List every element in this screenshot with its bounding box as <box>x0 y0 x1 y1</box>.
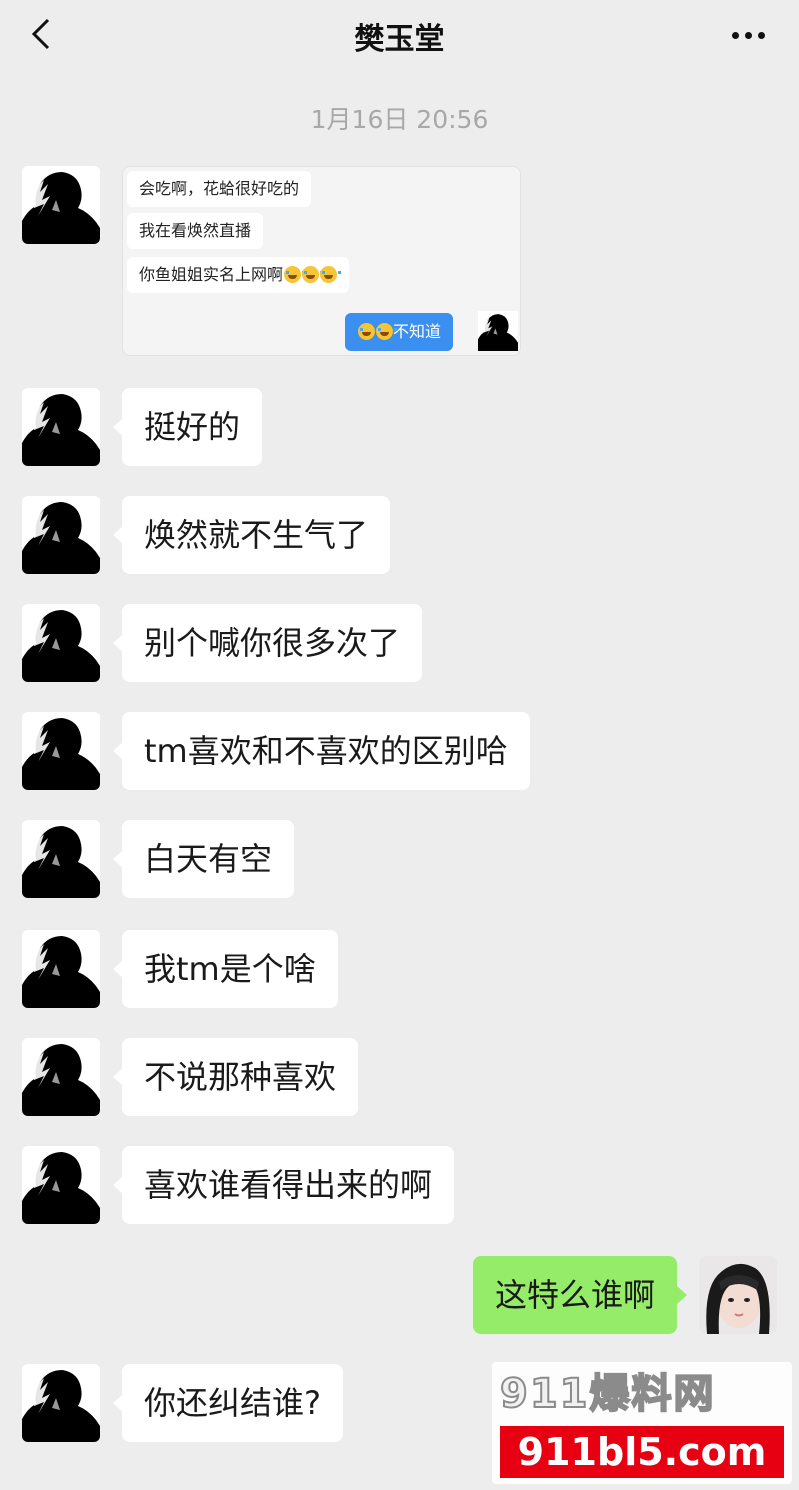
message-bubble[interactable]: 挺好的 <box>112 388 263 466</box>
grin-sweat-emoji-icon <box>376 323 397 340</box>
more-dot-icon <box>757 31 765 39</box>
forwarded-line: 我在看焕然直播 <box>127 213 264 249</box>
forwarded-line-text: 你鱼姐姐实名上网啊 <box>139 265 284 284</box>
message-bubble[interactable]: 白天有空 <box>112 820 295 898</box>
more-button[interactable] <box>723 20 773 50</box>
contact-avatar[interactable] <box>22 712 100 790</box>
message-bubble[interactable]: 我tm是个啥 <box>113 930 338 1008</box>
user-photo-icon <box>699 1256 777 1334</box>
forwarded-avatar-icon <box>478 311 518 351</box>
message-bubble[interactable]: tm喜欢和不喜欢的区别哈 <box>113 712 530 790</box>
my-message-bubble[interactable]: 这特么谁啊 <box>472 1256 688 1334</box>
more-dot-icon <box>731 31 739 39</box>
grin-sweat-emoji-icon <box>302 266 324 283</box>
grin-sweat-emoji-icon <box>284 266 306 283</box>
chat-title: 樊玉堂 <box>354 22 445 57</box>
forwarded-reply-text: 不知道 <box>393 322 442 341</box>
forwarded-line: 会吃啊，花蛤很好吃的 <box>127 171 312 207</box>
message-bubble[interactable]: 你还纠结谁? <box>113 1364 343 1442</box>
message-timestamp: 1月16日 20:56 <box>310 105 489 134</box>
contact-avatar[interactable] <box>22 1146 100 1224</box>
contact-avatar[interactable] <box>22 388 100 466</box>
my-avatar[interactable] <box>699 1256 777 1334</box>
contact-avatar[interactable] <box>22 496 100 574</box>
message-bubble[interactable]: 别个喊你很多次了 <box>112 604 423 682</box>
watermark-brand: 911爆料网 <box>499 1370 716 1418</box>
watermark: 911爆料网 911bl5.com <box>492 1362 792 1484</box>
more-dot-icon <box>744 31 752 39</box>
nav-bar: 樊玉堂 <box>0 0 799 72</box>
message-bubble[interactable]: 焕然就不生气了 <box>112 496 391 574</box>
contact-avatar[interactable] <box>22 166 100 244</box>
contact-avatar[interactable] <box>22 820 100 898</box>
contact-avatar[interactable] <box>22 1038 100 1116</box>
contact-avatar[interactable] <box>22 930 100 1008</box>
forwarded-reply-bubble: 不知道 <box>345 313 454 351</box>
message-bubble[interactable]: 喜欢谁看得出来的啊 <box>112 1146 455 1224</box>
grin-sweat-emoji-icon <box>358 323 379 340</box>
message-bubble[interactable]: 不说那种喜欢 <box>112 1038 359 1116</box>
grin-sweat-emoji-icon <box>320 266 342 283</box>
contact-avatar[interactable] <box>22 1364 100 1442</box>
forwarded-line-with-emoji: 你鱼姐姐实名上网啊 <box>127 257 350 293</box>
forwarded-chat-screenshot[interactable]: 会吃啊，花蛤很好吃的 我在看焕然直播 你鱼姐姐实名上网啊 不知道 <box>122 166 521 356</box>
watermark-url: 911bl5.com <box>500 1426 784 1478</box>
contact-avatar[interactable] <box>22 604 100 682</box>
